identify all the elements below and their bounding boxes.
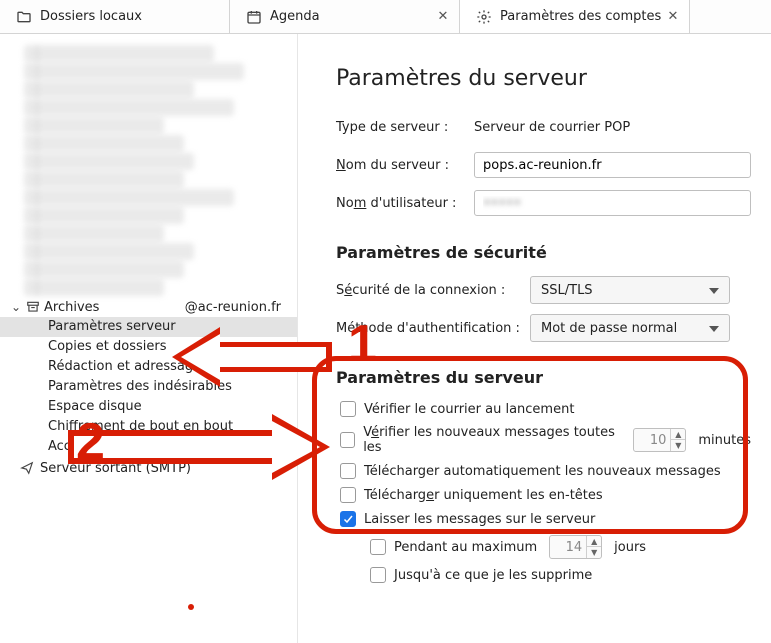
sidebar-item-receipts[interactable]: Accusés de réception <box>0 437 297 457</box>
settings-content: Paramètres du serveur Type de serveur : … <box>298 34 771 643</box>
account-item-blurred <box>24 81 194 98</box>
server-type-value: Serveur de courrier POP <box>474 120 630 135</box>
account-item-blurred <box>24 45 214 62</box>
account-item-blurred <box>24 189 234 206</box>
sidebar-item-encryption[interactable]: Chiffrement de bout en bout <box>0 417 297 437</box>
sidebar-item-copies-folders[interactable]: Copies et dossiers <box>0 337 297 357</box>
archive-icon <box>26 300 40 314</box>
tab-local-folders[interactable]: Dossiers locaux <box>0 0 230 33</box>
check-interval-stepper[interactable]: ▲▼ <box>633 428 686 452</box>
account-domain-suffix: @ac-reunion.fr <box>185 300 281 315</box>
chevron-down-icon[interactable]: ⌄ <box>10 300 22 314</box>
max-days-label: Pendant au maximum <box>394 540 537 555</box>
tab-label: Paramètres des comptes <box>500 9 661 24</box>
spin-down-icon[interactable]: ▼ <box>587 547 601 558</box>
sidebar-item-server-settings[interactable]: Paramètres serveur <box>0 317 297 337</box>
account-item-blurred <box>24 117 164 134</box>
calendar-icon <box>246 9 262 25</box>
max-days-unit: jours <box>614 540 646 555</box>
leave-on-server-label: Laisser les messages sur le serveur <box>364 512 595 527</box>
check-new-interval-label: Vérifier les nouveaux messages toutes le… <box>363 425 621 455</box>
check-interval-unit: minutes <box>698 433 751 448</box>
sidebar-item-outgoing-smtp[interactable]: Serveur sortant (SMTP) <box>0 457 297 479</box>
check-new-interval-checkbox[interactable] <box>340 432 355 448</box>
account-archives-label: Archives <box>44 300 99 315</box>
tab-account-settings[interactable]: Paramètres des comptes ✕ <box>460 0 690 33</box>
server-name-input[interactable] <box>474 152 751 178</box>
gear-icon <box>476 9 492 25</box>
headers-only-checkbox[interactable] <box>340 487 356 503</box>
spin-down-icon[interactable]: ▼ <box>671 440 685 451</box>
connection-security-label: Sécurité de la connexion : <box>336 283 522 298</box>
close-icon[interactable]: ✕ <box>665 8 681 24</box>
close-icon[interactable]: ✕ <box>435 8 451 24</box>
auto-download-checkbox[interactable] <box>340 463 356 479</box>
account-item-blurred <box>24 225 164 242</box>
headers-only-label: Télécharger uniquement les en-têtes <box>364 488 603 503</box>
until-delete-label: Jusqu'à ce que je les supprime <box>394 568 592 583</box>
max-days-stepper[interactable]: ▲▼ <box>549 535 602 559</box>
server-name-label: Nom du serveur : <box>336 158 466 173</box>
max-days-checkbox[interactable] <box>370 539 386 555</box>
auto-download-label: Télécharger automatiquement les nouveaux… <box>364 464 721 479</box>
tab-label: Dossiers locaux <box>40 9 142 24</box>
account-item-blurred <box>24 171 184 188</box>
tab-agenda[interactable]: Agenda ✕ <box>230 0 460 33</box>
security-section-title: Paramètres de sécurité <box>336 243 751 262</box>
account-item-blurred <box>24 279 164 296</box>
until-delete-checkbox[interactable] <box>370 567 386 583</box>
account-item-blurred <box>24 99 234 116</box>
auth-method-label: Méthode d'authentification : <box>336 321 522 336</box>
sidebar-item-label: Serveur sortant (SMTP) <box>40 461 191 476</box>
tabs-bar: Dossiers locaux Agenda ✕ Paramètres des … <box>0 0 771 34</box>
account-item-blurred <box>24 207 184 224</box>
check-mail-startup-checkbox[interactable] <box>340 401 356 417</box>
check-mail-startup-label: Vérifier le courrier au lancement <box>364 402 574 417</box>
account-item-blurred <box>24 135 184 152</box>
server-params-section-title: Paramètres du serveur <box>336 368 751 387</box>
account-item-blurred <box>24 153 194 170</box>
page-title: Paramètres du serveur <box>336 66 751 91</box>
account-item-blurred <box>24 63 244 80</box>
connection-security-select[interactable]: SSL/TLS <box>530 276 730 304</box>
folder-icon <box>16 9 32 25</box>
account-archives-row[interactable]: ⌄ Archives @ac-reunion.fr <box>0 297 297 317</box>
account-item-blurred <box>24 243 194 260</box>
username-input[interactable] <box>474 190 751 216</box>
tab-label: Agenda <box>270 9 320 24</box>
account-tree-sidebar: ⌄ Archives @ac-reunion.fr Paramètres ser… <box>0 34 298 643</box>
send-icon <box>20 461 34 475</box>
leave-on-server-checkbox[interactable] <box>340 511 356 527</box>
sidebar-item-junk[interactable]: Paramètres des indésirables <box>0 377 297 397</box>
sidebar-item-composition[interactable]: Rédaction et adressage <box>0 357 297 377</box>
username-label: Nom d'utilisateur : <box>336 196 466 211</box>
sidebar-item-disk-space[interactable]: Espace disque <box>0 397 297 417</box>
spin-up-icon[interactable]: ▲ <box>671 429 685 440</box>
spin-up-icon[interactable]: ▲ <box>587 536 601 547</box>
account-item-blurred <box>24 261 184 278</box>
server-type-label: Type de serveur : <box>336 120 466 135</box>
auth-method-select[interactable]: Mot de passe normal <box>530 314 730 342</box>
